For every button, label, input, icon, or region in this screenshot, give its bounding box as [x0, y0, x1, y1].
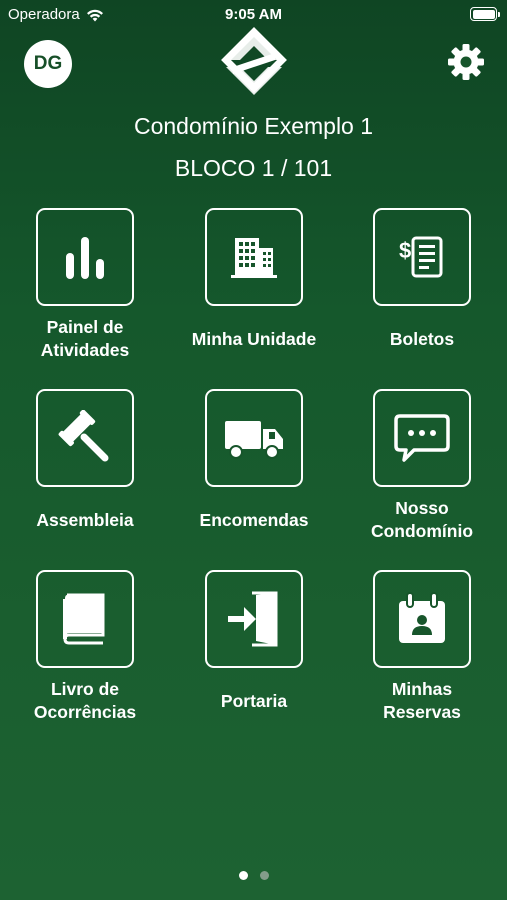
page-dot[interactable] — [259, 871, 269, 880]
menu-item-minhas-reservas[interactable]: Minhas Reservas — [337, 570, 507, 722]
menu-item-label: Livro de Ocorrências — [33, 679, 137, 722]
status-bar: Operadora 9:05 AM — [0, 0, 507, 28]
menu-item-frame[interactable] — [36, 208, 134, 306]
unit-label: BLOCO 1 / 101 — [174, 155, 333, 181]
menu-item-label: Encomendas — [199, 510, 309, 530]
menu-item-frame[interactable] — [36, 570, 134, 668]
menu-item-label: Portaria — [220, 691, 288, 711]
status-time: 9:05 AM — [225, 6, 282, 23]
menu-item-frame[interactable] — [205, 208, 303, 306]
condo-name: Condomínio Exemplo 1 — [133, 113, 374, 139]
bar-chart-icon — [66, 237, 104, 279]
building-icon — [231, 238, 277, 278]
gavel-icon — [58, 410, 109, 462]
menu-item-frame[interactable] — [373, 570, 471, 668]
menu-item-painel-atividades[interactable]: Painel de Atividades — [0, 208, 170, 360]
menu-item-minha-unidade[interactable]: Minha Unidade — [169, 208, 339, 358]
menu-item-frame[interactable]: $ — [373, 208, 471, 306]
calendar-icon — [399, 592, 445, 643]
menu-item-frame[interactable] — [205, 570, 303, 668]
truck-icon — [225, 421, 283, 459]
chat-bubble-icon — [394, 414, 450, 462]
menu-item-frame[interactable] — [36, 389, 134, 487]
gear-icon[interactable] — [446, 42, 486, 82]
menu-item-livro-ocorrencias[interactable]: Livro de Ocorrências — [0, 570, 170, 722]
menu-item-label: Nosso Condomínio — [370, 498, 474, 541]
menu-item-assembleia[interactable]: Assembleia — [0, 389, 170, 539]
page-indicator[interactable] — [0, 871, 507, 880]
menu-item-nosso-condominio[interactable]: Nosso Condomínio — [337, 389, 507, 541]
menu-item-label: Minha Unidade — [191, 329, 317, 349]
menu-item-frame[interactable] — [205, 389, 303, 487]
book-icon — [63, 593, 105, 645]
battery-icon — [470, 7, 500, 21]
menu-item-encomendas[interactable]: Encomendas — [169, 389, 339, 539]
entrance-icon — [228, 591, 278, 647]
menu-item-label: Minhas Reservas — [383, 679, 461, 722]
avatar[interactable]: DG — [24, 40, 72, 88]
menu-item-label: Boletos — [389, 329, 455, 349]
svg-text:$: $ — [399, 238, 411, 263]
app-logo — [221, 27, 287, 95]
page-dot-active[interactable] — [238, 871, 248, 880]
menu-item-label: Assembleia — [36, 510, 134, 530]
menu-item-frame[interactable] — [373, 389, 471, 487]
menu-item-boletos[interactable]: $ Boletos — [337, 208, 507, 358]
invoice-icon: $ — [399, 236, 443, 278]
menu-item-portaria[interactable]: Portaria — [169, 570, 339, 720]
menu-item-label: Painel de Atividades — [40, 317, 130, 360]
